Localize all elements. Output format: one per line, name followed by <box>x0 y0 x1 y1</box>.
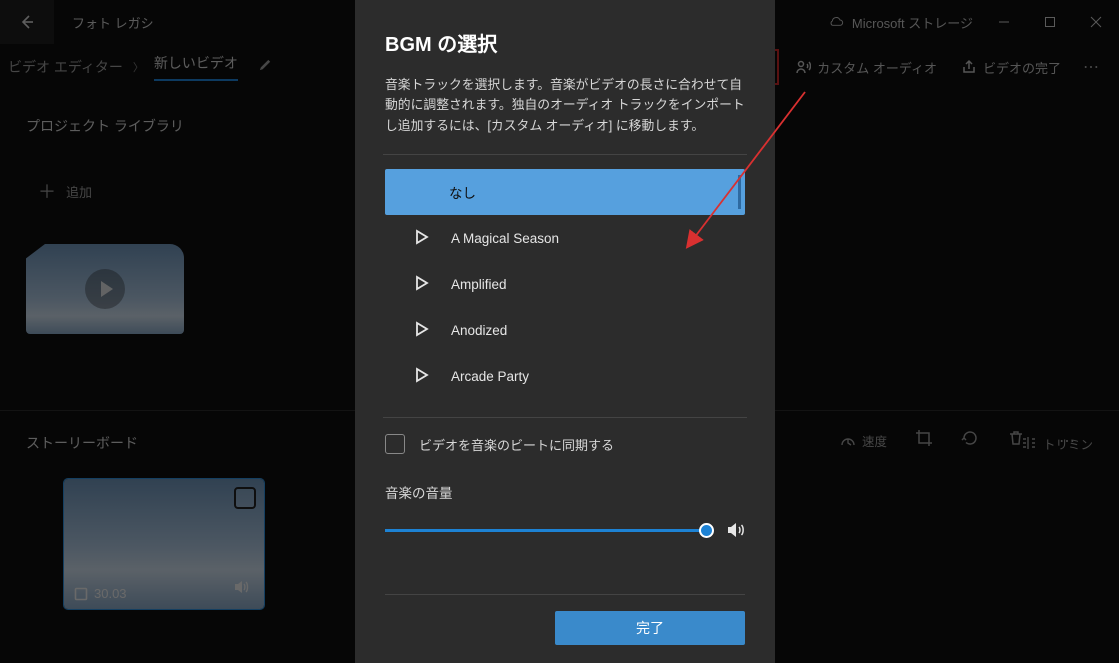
sync-checkbox-row[interactable]: ビデオを音楽のビートに同期する <box>385 434 745 454</box>
checkbox[interactable] <box>385 434 405 454</box>
track-item[interactable]: Anodized <box>385 307 745 353</box>
play-icon <box>413 275 429 294</box>
track-label: Arcade Party <box>451 369 529 384</box>
bgm-dialog: BGM の選択 音楽トラックを選択します。音楽がビデオの長さに合わせて自動的に調… <box>355 0 775 663</box>
track-label: Amplified <box>451 277 507 292</box>
done-button[interactable]: 完了 <box>555 611 745 645</box>
volume-slider[interactable] <box>385 529 707 532</box>
sync-label: ビデオを音楽のビートに同期する <box>419 435 614 454</box>
track-list: なし A Magical Season Amplified Anodized A… <box>385 169 745 399</box>
dialog-title: BGM の選択 <box>385 28 745 57</box>
slider-knob[interactable] <box>699 523 714 538</box>
play-icon <box>413 321 429 340</box>
play-icon <box>413 367 429 386</box>
track-none[interactable]: なし <box>385 169 745 215</box>
volume-label: 音楽の音量 <box>385 482 745 502</box>
track-label: なし <box>449 182 476 202</box>
track-item[interactable]: A Magical Season <box>385 215 745 261</box>
track-label: A Magical Season <box>451 231 559 246</box>
speaker-icon <box>725 520 745 540</box>
track-item[interactable]: Amplified <box>385 261 745 307</box>
dialog-description: 音楽トラックを選択します。音楽がビデオの長さに合わせて自動的に調整されます。独自… <box>385 75 745 136</box>
divider <box>383 154 747 155</box>
track-label: Anodized <box>451 323 507 338</box>
track-item[interactable]: Arcade Party <box>385 353 745 399</box>
divider <box>383 417 747 418</box>
play-icon <box>413 229 429 248</box>
